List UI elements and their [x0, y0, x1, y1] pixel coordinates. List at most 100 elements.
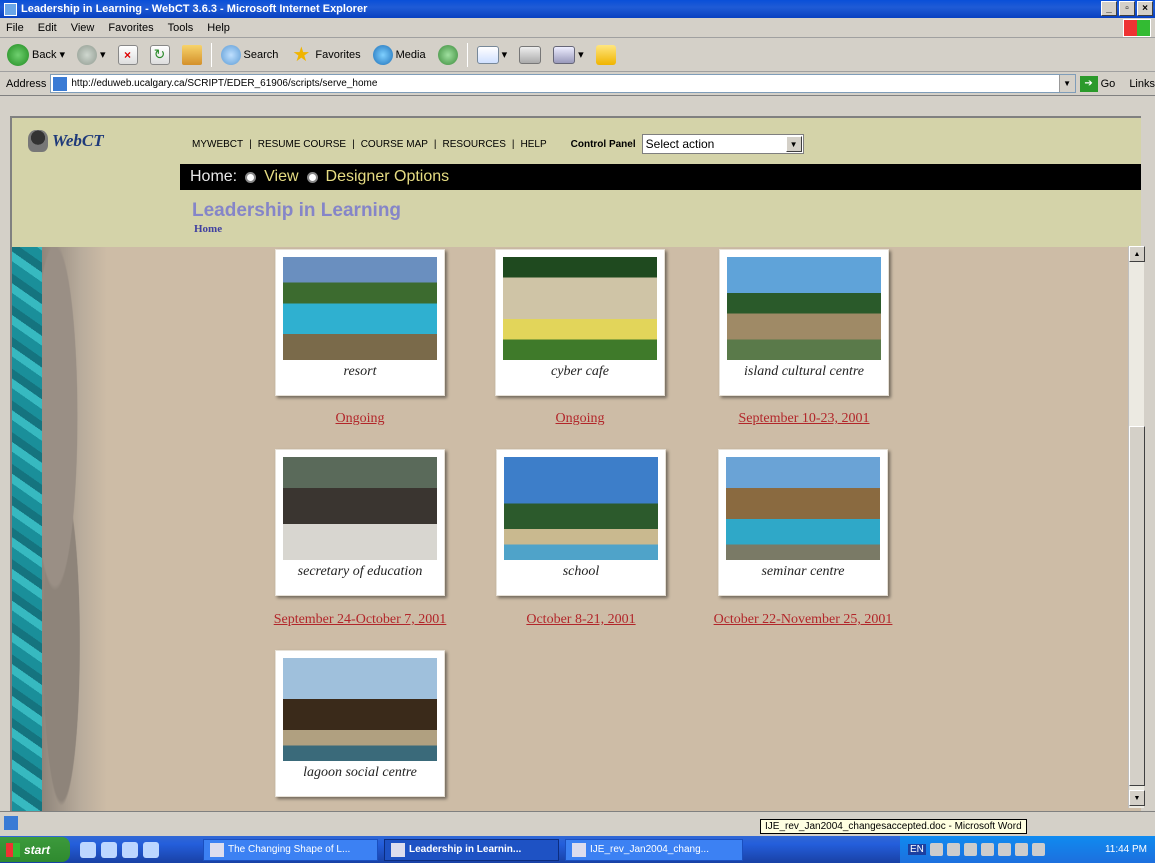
home-button[interactable]	[179, 42, 205, 68]
nav-help[interactable]: HELP	[521, 139, 547, 150]
address-dropdown-icon[interactable]: ▼	[1058, 75, 1075, 92]
module-date-link[interactable]: September 10-23, 2001	[694, 411, 914, 427]
menu-favorites[interactable]: Favorites	[108, 22, 153, 34]
quicklaunch-media-icon[interactable]	[122, 841, 138, 858]
module-date-link[interactable]: October 8-21, 2001	[486, 612, 676, 628]
scroll-up-button[interactable]: ▲	[1129, 246, 1145, 262]
menu-help[interactable]: Help	[207, 22, 230, 34]
nav-course-map[interactable]: COURSE MAP	[361, 139, 428, 150]
forward-dropdown-icon[interactable]: ▾	[100, 48, 106, 61]
language-indicator[interactable]: EN	[908, 844, 926, 855]
scroll-down-button[interactable]: ▼	[1129, 790, 1145, 806]
go-button[interactable]: ➔ Go	[1079, 75, 1116, 92]
maximize-button[interactable]: ▫	[1119, 1, 1135, 16]
menu-edit[interactable]: Edit	[38, 22, 57, 34]
tray-update-icon[interactable]	[997, 843, 1011, 856]
mail-dropdown-icon[interactable]: ▾	[502, 48, 508, 61]
page-viewport: WebCT MYWEBCT | RESUME COURSE | COURSE M…	[10, 116, 1141, 811]
seminar-centre-photo[interactable]	[726, 457, 880, 560]
chevron-down-icon[interactable]: ▼	[785, 136, 802, 152]
media-button[interactable]: Media	[370, 42, 429, 68]
tray-network-icon[interactable]	[929, 843, 943, 856]
forward-button[interactable]: ▾	[74, 42, 109, 68]
start-button[interactable]: start	[0, 837, 70, 862]
vertical-scrollbar[interactable]: ▲ ▼	[1128, 246, 1145, 808]
system-tray: EN 11:44 PM	[900, 836, 1155, 863]
print-button[interactable]	[516, 42, 544, 68]
secretary-of-education-photo[interactable]	[283, 457, 437, 560]
mail-button[interactable]: ▾	[474, 42, 511, 68]
module-date-link[interactable]: Ongoing	[495, 411, 665, 427]
module-date-link[interactable]: October 22-November 25, 2001	[678, 612, 928, 628]
page-icon	[53, 76, 68, 91]
stop-button[interactable]: ×	[115, 42, 141, 68]
island-cultural-centre-photo[interactable]	[727, 257, 881, 360]
tray-antivirus-icon[interactable]	[1014, 843, 1028, 856]
go-label: Go	[1100, 77, 1116, 90]
address-label: Address	[6, 77, 47, 90]
view-option[interactable]: View	[264, 168, 298, 186]
webct-logo-text: WebCT	[52, 131, 104, 150]
module-card[interactable]: seminar centre	[718, 449, 888, 596]
module-caption: school	[562, 564, 600, 579]
tray-security-icon[interactable]	[963, 843, 977, 856]
module-card[interactable]: cyber cafe	[495, 249, 665, 396]
quicklaunch-music-icon[interactable]	[101, 841, 117, 858]
module-date-link[interactable]: Ongoing	[275, 411, 445, 427]
history-icon	[437, 44, 458, 65]
folder-button[interactable]	[593, 42, 619, 68]
back-button[interactable]: Back ▾	[4, 42, 68, 68]
quicklaunch-browser-icon[interactable]	[143, 841, 159, 858]
tray-sync-icon[interactable]	[1031, 843, 1045, 856]
nav-mywebct[interactable]: MYWEBCT	[192, 139, 243, 150]
menu-tools[interactable]: Tools	[168, 22, 194, 34]
taskbar-tooltip: IJE_rev_Jan2004_changesaccepted.doc - Mi…	[760, 819, 1027, 834]
home-icon	[181, 44, 202, 65]
control-panel-select[interactable]: Select action ▼	[641, 134, 804, 154]
edit-icon	[553, 45, 576, 64]
start-label: start	[24, 842, 51, 857]
favorites-button[interactable]: ★ Favorites	[287, 42, 363, 68]
edit-button[interactable]: ▾	[550, 42, 587, 68]
designer-radio-icon[interactable]	[306, 171, 318, 183]
tray-messenger-icon[interactable]	[946, 843, 960, 856]
minimize-button[interactable]: _	[1101, 1, 1117, 16]
nav-resources[interactable]: RESOURCES	[443, 139, 506, 150]
view-radio-icon[interactable]	[245, 171, 257, 183]
cyber-cafe-photo[interactable]	[503, 257, 657, 360]
tray-volume-icon[interactable]	[980, 843, 994, 856]
history-button[interactable]	[435, 42, 461, 68]
address-bar: Address http://eduweb.ucalgary.ca/SCRIPT…	[0, 72, 1155, 96]
edit-dropdown-icon[interactable]: ▾	[578, 48, 584, 61]
resort-photo[interactable]	[283, 257, 437, 360]
module-card[interactable]: school	[496, 449, 666, 596]
nav-resume-course[interactable]: RESUME COURSE	[258, 139, 346, 150]
address-input[interactable]: http://eduweb.ucalgary.ca/SCRIPT/EDER_61…	[50, 74, 1076, 93]
close-button[interactable]: ×	[1137, 1, 1153, 16]
module-card[interactable]: secretary of education	[275, 449, 445, 596]
taskbar-item[interactable]: The Changing Shape of L...	[203, 838, 378, 861]
menu-file[interactable]: File	[6, 22, 24, 34]
module-card[interactable]: resort	[275, 249, 445, 396]
designer-options[interactable]: Designer Options	[326, 168, 450, 186]
module-date-link[interactable]: September 24-October 7, 2001	[235, 612, 485, 628]
school-photo[interactable]	[504, 457, 658, 560]
clock[interactable]: 11:44 PM	[1105, 844, 1155, 855]
module-card[interactable]: lagoon social centre	[275, 650, 445, 797]
scroll-thumb[interactable]	[1129, 426, 1145, 786]
links-button[interactable]: Links	[1129, 78, 1155, 90]
module-card[interactable]: island cultural centre	[719, 249, 889, 396]
taskbar-item[interactable]: IJE_rev_Jan2004_chang...	[565, 838, 743, 861]
nav-separator: |	[511, 138, 515, 150]
menu-view[interactable]: View	[71, 22, 95, 34]
refresh-button[interactable]: ↻	[147, 42, 173, 68]
breadcrumb[interactable]: Home	[194, 223, 222, 235]
back-dropdown-icon[interactable]: ▾	[59, 48, 65, 61]
webct-logo[interactable]: WebCT	[28, 130, 104, 152]
quicklaunch-desktop-icon[interactable]	[80, 841, 96, 858]
search-button[interactable]: Search	[218, 42, 282, 68]
taskbar-item-active[interactable]: Leadership in Learnin...	[384, 838, 559, 861]
star-icon: ★	[292, 44, 311, 66]
module-caption: lagoon social centre	[303, 765, 417, 780]
lagoon-social-centre-photo[interactable]	[283, 658, 437, 761]
